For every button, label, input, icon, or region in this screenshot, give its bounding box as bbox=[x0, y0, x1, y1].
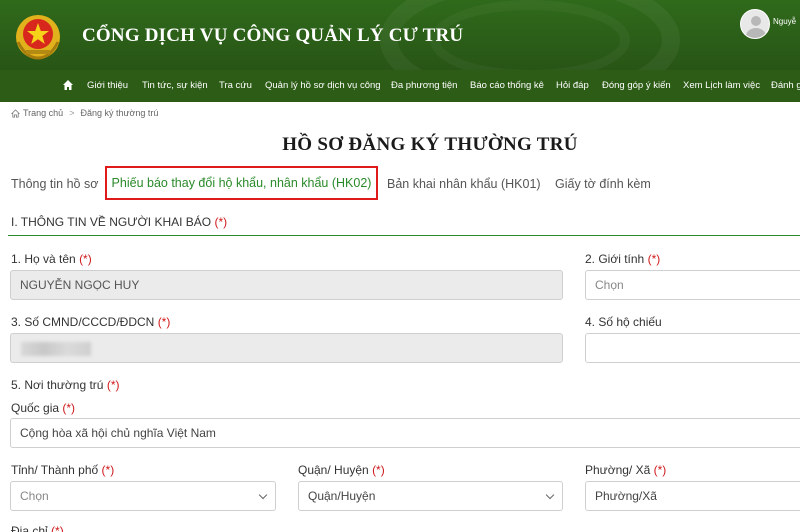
tab-thong-tin-ho-so[interactable]: Thông tin hồ sơ bbox=[11, 177, 98, 191]
main-nav: Giới thiệu Tin tức, sự kiện Tra cứu Quản… bbox=[0, 70, 800, 102]
full-name-value: NGUYỄN NGỌC HUY bbox=[20, 278, 140, 292]
section-heading: I. THÔNG TIN VỀ NGƯỜI KHAI BÁO (*) bbox=[11, 215, 227, 229]
chevron-down-icon bbox=[258, 490, 268, 500]
nav-item-tra-cuu[interactable]: Tra cứu bbox=[219, 80, 252, 91]
province-label: Tỉnh/ Thành phố (*) bbox=[11, 463, 115, 477]
ward-label: Phường/ Xã (*) bbox=[585, 463, 667, 477]
required-mark: (*) bbox=[214, 215, 228, 229]
section-title: I. THÔNG TIN VỀ NGƯỜI KHAI BÁO bbox=[11, 215, 212, 229]
breadcrumb-home[interactable]: Trang chủ bbox=[23, 108, 63, 118]
police-emblem-logo[interactable] bbox=[12, 12, 64, 62]
tab-hk02[interactable]: Phiếu báo thay đổi hộ khẩu, nhân khẩu (H… bbox=[105, 166, 378, 200]
passport-field[interactable] bbox=[585, 333, 800, 363]
tab-hk02-label: Phiếu báo thay đổi hộ khẩu, nhân khẩu (H… bbox=[111, 176, 372, 190]
full-name-label: 1. Họ và tên (*) bbox=[11, 252, 92, 266]
country-select[interactable]: Cộng hòa xã hội chủ nghĩa Việt Nam bbox=[10, 418, 800, 448]
nav-item-bao-cao[interactable]: Báo cáo thống kê bbox=[470, 80, 544, 91]
tab-giay-to-dinh-kem[interactable]: Giấy tờ đính kèm bbox=[555, 177, 651, 191]
id-number-field[interactable] bbox=[10, 333, 563, 363]
residence-label: 5. Nơi thường trú (*) bbox=[11, 378, 120, 392]
province-select[interactable]: Chọn bbox=[10, 481, 276, 511]
nav-item-tin-tuc[interactable]: Tin tức, sự kiện bbox=[142, 80, 208, 91]
ward-placeholder: Phường/Xã bbox=[595, 489, 657, 503]
chevron-down-icon bbox=[545, 490, 555, 500]
nav-item-lich-lam-viec[interactable]: Xem Lịch làm việc bbox=[683, 80, 760, 91]
tab-hk01[interactable]: Bản khai nhân khẩu (HK01) bbox=[387, 177, 541, 191]
province-placeholder: Chọn bbox=[20, 489, 49, 503]
page-title: HỒ SƠ ĐĂNG KÝ THƯỜNG TRÚ bbox=[282, 134, 578, 155]
district-placeholder: Quận/Huyện bbox=[308, 489, 376, 503]
user-avatar-icon[interactable] bbox=[740, 9, 770, 39]
nav-item-hoi-dap[interactable]: Hỏi đáp bbox=[556, 80, 589, 91]
nav-item-danh-gia[interactable]: Đánh g bbox=[771, 80, 800, 91]
id-number-label: 3. Số CMND/CCCD/ĐDCN (*) bbox=[11, 315, 171, 329]
site-title[interactable]: CỔNG DỊCH VỤ CÔNG QUẢN LÝ CƯ TRÚ bbox=[82, 25, 463, 47]
nav-item-da-phuong-tien[interactable]: Đa phương tiện bbox=[391, 80, 457, 91]
address-label: Địa chỉ (*) bbox=[11, 524, 64, 532]
district-label: Quận/ Huyện (*) bbox=[298, 463, 385, 477]
nav-item-quan-ly-ho-so[interactable]: Quản lý hồ sơ dịch vụ công bbox=[265, 80, 381, 91]
redacted-id-value bbox=[21, 342, 91, 356]
section-divider bbox=[8, 235, 800, 236]
breadcrumb-current: Đăng ký thường trú bbox=[80, 108, 159, 118]
gender-placeholder: Chọn bbox=[595, 278, 624, 292]
gender-select[interactable]: Chọn bbox=[585, 270, 800, 300]
home-icon bbox=[11, 108, 20, 118]
nav-item-dong-gop[interactable]: Đóng góp ý kiến bbox=[602, 80, 671, 91]
full-name-field[interactable]: NGUYỄN NGỌC HUY bbox=[10, 270, 563, 300]
user-name[interactable]: Nguyễ bbox=[773, 17, 796, 26]
passport-label: 4. Số hộ chiếu bbox=[585, 315, 662, 329]
nav-item-gioi-thieu[interactable]: Giới thiệu bbox=[87, 80, 128, 91]
ward-select[interactable]: Phường/Xã bbox=[585, 481, 800, 511]
breadcrumb-separator-icon: > bbox=[69, 108, 75, 118]
breadcrumb: Trang chủ > Đăng ký thường trú bbox=[11, 108, 158, 118]
gender-label: 2. Giới tính (*) bbox=[585, 252, 661, 266]
district-select[interactable]: Quận/Huyện bbox=[298, 481, 563, 511]
avatar-body bbox=[746, 28, 766, 38]
site-header: CỔNG DỊCH VỤ CÔNG QUẢN LÝ CƯ TRÚ Nguyễ bbox=[0, 0, 800, 70]
country-label: Quốc gia (*) bbox=[11, 401, 76, 415]
country-value: Cộng hòa xã hội chủ nghĩa Việt Nam bbox=[20, 426, 216, 440]
avatar-head bbox=[751, 16, 761, 26]
home-icon[interactable] bbox=[62, 79, 74, 91]
